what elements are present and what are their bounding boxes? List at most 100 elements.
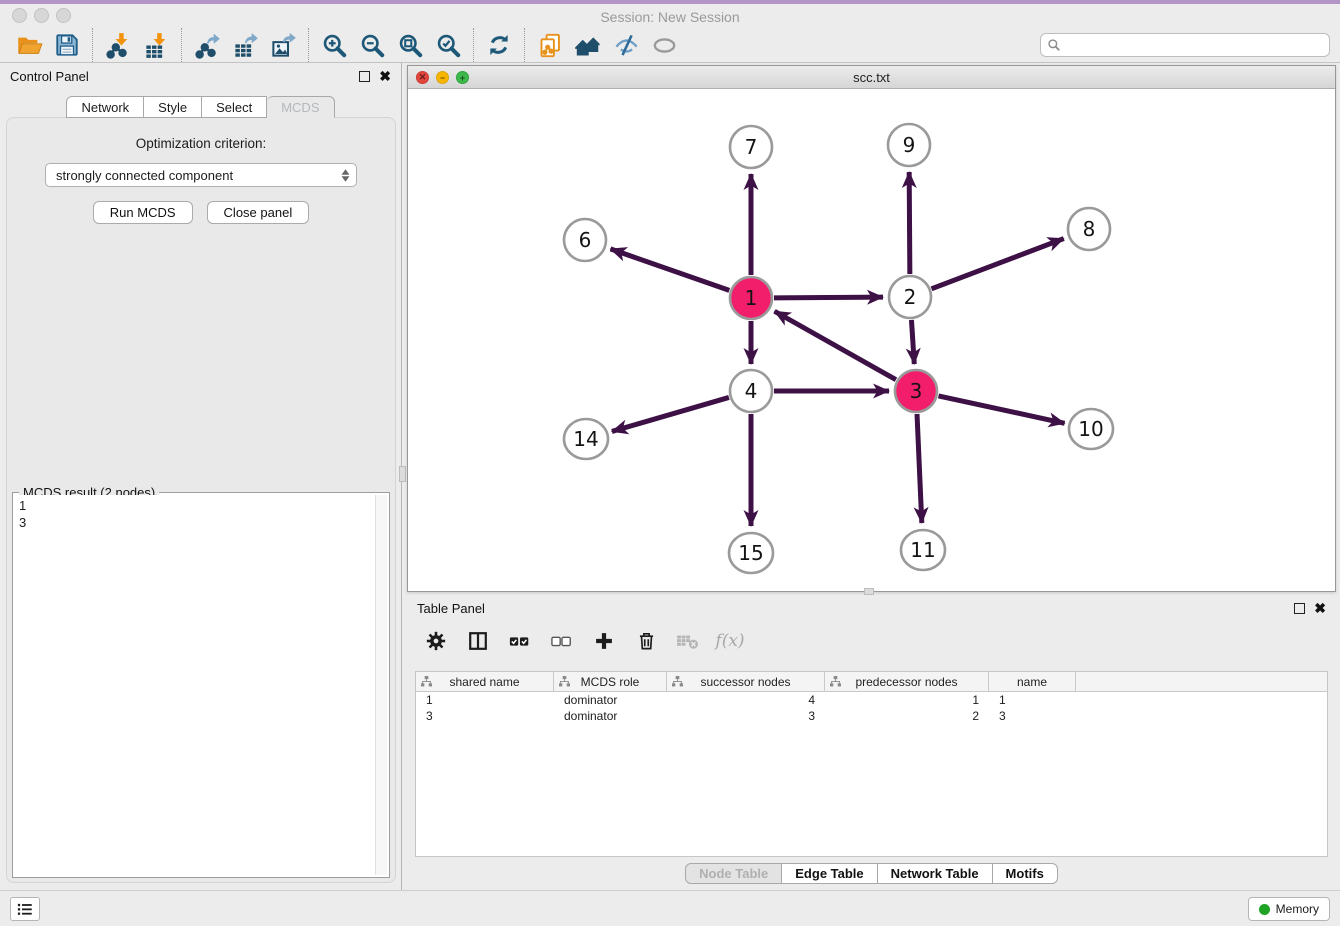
save-session-button[interactable]	[48, 29, 86, 61]
node-11[interactable]: 11	[901, 530, 945, 570]
node-3[interactable]: 3	[895, 370, 937, 412]
zoom-out-button[interactable]	[353, 29, 391, 61]
run-mcds-button[interactable]: Run MCDS	[93, 201, 193, 224]
node-15[interactable]: 15	[729, 533, 773, 573]
eye-slash-icon	[613, 32, 640, 59]
edge-4-14[interactable]	[612, 397, 729, 431]
table-settings-button[interactable]	[421, 627, 451, 655]
vertical-splitter-handle[interactable]	[399, 466, 406, 482]
search-input[interactable]	[1040, 33, 1330, 57]
import-network-button[interactable]	[99, 29, 137, 61]
list-icon	[16, 901, 34, 918]
network-close-button[interactable]: ✕	[416, 71, 429, 84]
show-columns-button[interactable]	[463, 627, 493, 655]
network-maximize-button[interactable]: +	[456, 71, 469, 84]
tab-node-table[interactable]: Node Table	[685, 863, 782, 884]
zoom-fit-button[interactable]	[391, 29, 429, 61]
deselect-all-columns-button[interactable]	[547, 627, 577, 655]
node-label: 8	[1083, 217, 1096, 241]
select-all-columns-button[interactable]	[505, 627, 535, 655]
shared-column-icon	[830, 676, 841, 687]
show-eye-button[interactable]	[645, 29, 683, 61]
horizontal-splitter-handle[interactable]	[864, 588, 874, 595]
edge-2-3[interactable]	[911, 320, 914, 364]
tab-network-table[interactable]: Network Table	[878, 863, 993, 884]
node-6[interactable]: 6	[564, 219, 606, 261]
column-header-MCDS-role[interactable]: MCDS role	[554, 672, 667, 691]
zoom-in-button[interactable]	[315, 29, 353, 61]
table-cell-name[interactable]: 3	[989, 708, 1076, 724]
refresh-view-button[interactable]	[480, 29, 518, 61]
tab-style[interactable]: Style	[144, 96, 202, 118]
panel-selector-button[interactable]	[10, 897, 40, 921]
network-minimize-button[interactable]: −	[436, 71, 449, 84]
close-panel-button[interactable]: Close panel	[207, 201, 310, 224]
edge-1-6[interactable]	[610, 249, 729, 291]
node-4[interactable]: 4	[730, 370, 772, 412]
clone-network-button[interactable]	[531, 29, 569, 61]
delete-column-button[interactable]	[631, 627, 661, 655]
network-canvas[interactable]: 7 9 6 8 1 2 4 3 14 10 15 11	[408, 89, 1335, 591]
shared-column-icon	[421, 676, 432, 687]
memory-button[interactable]: Memory	[1248, 897, 1330, 921]
node-7[interactable]: 7	[730, 126, 772, 168]
export-image-button[interactable]	[264, 29, 302, 61]
node-label: 3	[910, 379, 923, 403]
table-cell-shared-name[interactable]: 1	[416, 692, 554, 708]
edge-3-11[interactable]	[917, 414, 922, 523]
table-cell-predecessor-nodes[interactable]: 2	[825, 708, 989, 724]
node-10[interactable]: 10	[1069, 409, 1113, 449]
network-window-titlebar[interactable]: ✕ − + scc.txt	[408, 66, 1335, 89]
hide-eye-button[interactable]	[607, 29, 645, 61]
table-cell-shared-name[interactable]: 3	[416, 708, 554, 724]
table-row[interactable]: 1dominator411	[416, 692, 1327, 708]
function-builder-button[interactable]: f(x)	[715, 627, 745, 655]
column-header-name[interactable]: name	[989, 672, 1076, 691]
shared-column-icon	[672, 676, 683, 687]
column-header-successor-nodes[interactable]: successor nodes	[667, 672, 825, 691]
tab-motifs[interactable]: Motifs	[993, 863, 1058, 884]
import-table-button[interactable]	[137, 29, 175, 61]
network-graph[interactable]: 7 9 6 8 1 2 4 3 14 10 15 11	[408, 89, 1335, 591]
node-14[interactable]: 14	[564, 419, 608, 459]
table-cell-MCDS-role[interactable]: dominator	[554, 692, 667, 708]
tab-select[interactable]: Select	[202, 96, 267, 118]
column-header-label: predecessor nodes	[855, 675, 957, 689]
table-cell-name[interactable]: 1	[989, 692, 1076, 708]
float-panel-icon[interactable]	[359, 71, 370, 82]
tab-mcds[interactable]: MCDS	[267, 96, 334, 118]
delete-table-button[interactable]	[673, 627, 703, 655]
node-2[interactable]: 2	[889, 276, 931, 318]
edge-3-10[interactable]	[938, 396, 1064, 423]
mcds-result-text[interactable]: 1 3	[15, 495, 374, 875]
tab-edge-table[interactable]: Edge Table	[782, 863, 877, 884]
column-header-predecessor-nodes[interactable]: predecessor nodes	[825, 672, 989, 691]
export-table-button[interactable]	[226, 29, 264, 61]
export-network-button[interactable]	[188, 29, 226, 61]
node-9[interactable]: 9	[888, 124, 930, 166]
edge-1-2[interactable]	[774, 297, 883, 298]
node-8[interactable]: 8	[1068, 208, 1110, 250]
columns-icon	[467, 630, 489, 652]
table-row[interactable]: 3dominator323	[416, 708, 1327, 724]
table-cell-successor-nodes[interactable]: 3	[667, 708, 825, 724]
home-layout-button[interactable]	[569, 29, 607, 61]
add-column-button[interactable]	[589, 627, 619, 655]
dropdown-stepper-icon	[341, 169, 352, 182]
table-cell-successor-nodes[interactable]: 4	[667, 692, 825, 708]
edge-2-8[interactable]	[932, 239, 1064, 289]
table-cell-MCDS-role[interactable]: dominator	[554, 708, 667, 724]
zoom-selected-button[interactable]	[429, 29, 467, 61]
table-cell-predecessor-nodes[interactable]: 1	[825, 692, 989, 708]
close-panel-icon[interactable]: ✖	[379, 71, 391, 82]
edge-2-9[interactable]	[909, 172, 910, 274]
column-header-shared-name[interactable]: shared name	[416, 672, 554, 691]
mcds-result-scrollbar[interactable]	[375, 495, 387, 875]
edge-3-1[interactable]	[775, 311, 896, 379]
node-1[interactable]: 1	[730, 277, 772, 319]
float-table-panel-icon[interactable]	[1294, 603, 1305, 614]
open-session-button[interactable]	[10, 29, 48, 61]
tab-network[interactable]: Network	[66, 96, 144, 118]
optimization-criterion-select[interactable]: strongly connected component	[45, 163, 357, 187]
close-table-panel-icon[interactable]: ✖	[1314, 603, 1326, 614]
